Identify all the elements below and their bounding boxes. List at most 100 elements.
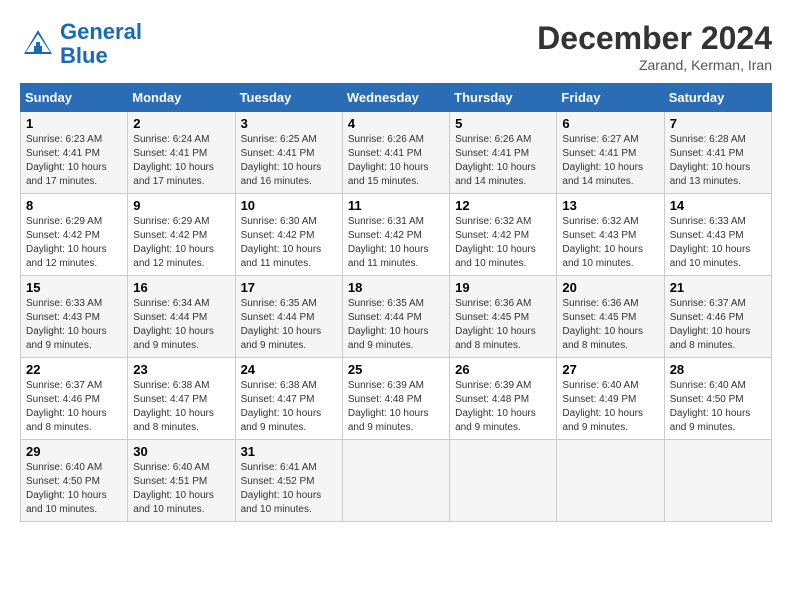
- day-info: Sunrise: 6:29 AM Sunset: 4:42 PM Dayligh…: [26, 215, 122, 271]
- day-number: 14: [670, 198, 766, 213]
- day-info: Sunrise: 6:31 AM Sunset: 4:42 PM Dayligh…: [348, 215, 444, 271]
- day-info: Sunrise: 6:36 AM Sunset: 4:45 PM Dayligh…: [455, 297, 551, 353]
- calendar-cell: 27 Sunrise: 6:40 AM Sunset: 4:49 PM Dayli…: [557, 358, 664, 440]
- day-info: Sunrise: 6:38 AM Sunset: 4:47 PM Dayligh…: [241, 379, 337, 435]
- weekday-header-sunday: Sunday: [21, 84, 128, 112]
- day-number: 29: [26, 444, 122, 459]
- day-number: 15: [26, 280, 122, 295]
- day-info: Sunrise: 6:41 AM Sunset: 4:52 PM Dayligh…: [241, 461, 337, 517]
- day-info: Sunrise: 6:38 AM Sunset: 4:47 PM Dayligh…: [133, 379, 229, 435]
- day-number: 21: [670, 280, 766, 295]
- calendar-cell: 23 Sunrise: 6:38 AM Sunset: 4:47 PM Dayli…: [128, 358, 235, 440]
- weekday-header-thursday: Thursday: [450, 84, 557, 112]
- calendar-cell: 30 Sunrise: 6:40 AM Sunset: 4:51 PM Dayli…: [128, 440, 235, 522]
- day-number: 9: [133, 198, 229, 213]
- day-number: 18: [348, 280, 444, 295]
- day-number: 5: [455, 116, 551, 131]
- day-number: 27: [562, 362, 658, 377]
- day-number: 16: [133, 280, 229, 295]
- logo-icon: [20, 26, 56, 62]
- day-number: 25: [348, 362, 444, 377]
- calendar-cell: 11Sunrise: 6:31 AM Sunset: 4:42 PM Dayli…: [342, 194, 449, 276]
- day-info: Sunrise: 6:39 AM Sunset: 4:48 PM Dayligh…: [455, 379, 551, 435]
- calendar-cell: [664, 440, 771, 522]
- day-info: Sunrise: 6:35 AM Sunset: 4:44 PM Dayligh…: [348, 297, 444, 353]
- day-info: Sunrise: 6:36 AM Sunset: 4:45 PM Dayligh…: [562, 297, 658, 353]
- calendar-week-row: 1 Sunrise: 6:23 AM Sunset: 4:41 PM Daylig…: [21, 112, 772, 194]
- day-number: 23: [133, 362, 229, 377]
- calendar-cell: 20 Sunrise: 6:36 AM Sunset: 4:45 PM Dayli…: [557, 276, 664, 358]
- calendar-cell: 22 Sunrise: 6:37 AM Sunset: 4:46 PM Dayli…: [21, 358, 128, 440]
- day-info: Sunrise: 6:37 AM Sunset: 4:46 PM Dayligh…: [670, 297, 766, 353]
- calendar-cell: 6 Sunrise: 6:27 AM Sunset: 4:41 PM Daylig…: [557, 112, 664, 194]
- day-number: 10: [241, 198, 337, 213]
- calendar-cell: 5 Sunrise: 6:26 AM Sunset: 4:41 PM Daylig…: [450, 112, 557, 194]
- calendar-cell: 13Sunrise: 6:32 AM Sunset: 4:43 PM Dayli…: [557, 194, 664, 276]
- calendar-cell: [342, 440, 449, 522]
- day-info: Sunrise: 6:27 AM Sunset: 4:41 PM Dayligh…: [562, 133, 658, 189]
- calendar-table: SundayMondayTuesdayWednesdayThursdayFrid…: [20, 83, 772, 522]
- day-number: 4: [348, 116, 444, 131]
- day-info: Sunrise: 6:23 AM Sunset: 4:41 PM Dayligh…: [26, 133, 122, 189]
- weekday-header-monday: Monday: [128, 84, 235, 112]
- day-info: Sunrise: 6:37 AM Sunset: 4:46 PM Dayligh…: [26, 379, 122, 435]
- weekday-header-wednesday: Wednesday: [342, 84, 449, 112]
- day-info: Sunrise: 6:39 AM Sunset: 4:48 PM Dayligh…: [348, 379, 444, 435]
- day-number: 28: [670, 362, 766, 377]
- day-info: Sunrise: 6:25 AM Sunset: 4:41 PM Dayligh…: [241, 133, 337, 189]
- calendar-cell: 19Sunrise: 6:36 AM Sunset: 4:45 PM Dayli…: [450, 276, 557, 358]
- calendar-cell: 25 Sunrise: 6:39 AM Sunset: 4:48 PM Dayli…: [342, 358, 449, 440]
- day-number: 1: [26, 116, 122, 131]
- day-info: Sunrise: 6:26 AM Sunset: 4:41 PM Dayligh…: [455, 133, 551, 189]
- day-number: 22: [26, 362, 122, 377]
- day-number: 30: [133, 444, 229, 459]
- day-info: Sunrise: 6:30 AM Sunset: 4:42 PM Dayligh…: [241, 215, 337, 271]
- calendar-cell: 24 Sunrise: 6:38 AM Sunset: 4:47 PM Dayli…: [235, 358, 342, 440]
- weekday-header-tuesday: Tuesday: [235, 84, 342, 112]
- day-number: 24: [241, 362, 337, 377]
- calendar-cell: 2Sunrise: 6:24 AM Sunset: 4:41 PM Daylig…: [128, 112, 235, 194]
- day-number: 8: [26, 198, 122, 213]
- calendar-cell: 14Sunrise: 6:33 AM Sunset: 4:43 PM Dayli…: [664, 194, 771, 276]
- day-info: Sunrise: 6:26 AM Sunset: 4:41 PM Dayligh…: [348, 133, 444, 189]
- calendar-cell: 12 Sunrise: 6:32 AM Sunset: 4:42 PM Dayli…: [450, 194, 557, 276]
- calendar-cell: [557, 440, 664, 522]
- day-number: 31: [241, 444, 337, 459]
- calendar-cell: 31 Sunrise: 6:41 AM Sunset: 4:52 PM Dayli…: [235, 440, 342, 522]
- day-info: Sunrise: 6:32 AM Sunset: 4:43 PM Dayligh…: [562, 215, 658, 271]
- weekday-header-saturday: Saturday: [664, 84, 771, 112]
- calendar-cell: 4 Sunrise: 6:26 AM Sunset: 4:41 PM Daylig…: [342, 112, 449, 194]
- title-area: December 2024 Zarand, Kerman, Iran: [537, 20, 772, 73]
- logo: General Blue: [20, 20, 142, 68]
- day-info: Sunrise: 6:32 AM Sunset: 4:42 PM Dayligh…: [455, 215, 551, 271]
- calendar-cell: 10 Sunrise: 6:30 AM Sunset: 4:42 PM Dayli…: [235, 194, 342, 276]
- calendar-cell: 15 Sunrise: 6:33 AM Sunset: 4:43 PM Dayli…: [21, 276, 128, 358]
- day-info: Sunrise: 6:35 AM Sunset: 4:44 PM Dayligh…: [241, 297, 337, 353]
- calendar-cell: 28Sunrise: 6:40 AM Sunset: 4:50 PM Dayli…: [664, 358, 771, 440]
- calendar-week-row: 22 Sunrise: 6:37 AM Sunset: 4:46 PM Dayli…: [21, 358, 772, 440]
- day-info: Sunrise: 6:28 AM Sunset: 4:41 PM Dayligh…: [670, 133, 766, 189]
- day-info: Sunrise: 6:40 AM Sunset: 4:49 PM Dayligh…: [562, 379, 658, 435]
- calendar-cell: 7 Sunrise: 6:28 AM Sunset: 4:41 PM Daylig…: [664, 112, 771, 194]
- calendar-cell: 17 Sunrise: 6:35 AM Sunset: 4:44 PM Dayli…: [235, 276, 342, 358]
- day-info: Sunrise: 6:40 AM Sunset: 4:51 PM Dayligh…: [133, 461, 229, 517]
- logo-text: General Blue: [60, 20, 142, 68]
- calendar-cell: 16 Sunrise: 6:34 AM Sunset: 4:44 PM Dayli…: [128, 276, 235, 358]
- calendar-cell: 8 Sunrise: 6:29 AM Sunset: 4:42 PM Daylig…: [21, 194, 128, 276]
- day-number: 26: [455, 362, 551, 377]
- day-info: Sunrise: 6:33 AM Sunset: 4:43 PM Dayligh…: [26, 297, 122, 353]
- day-number: 12: [455, 198, 551, 213]
- day-info: Sunrise: 6:34 AM Sunset: 4:44 PM Dayligh…: [133, 297, 229, 353]
- calendar-cell: 21 Sunrise: 6:37 AM Sunset: 4:46 PM Dayli…: [664, 276, 771, 358]
- day-number: 7: [670, 116, 766, 131]
- weekday-header-friday: Friday: [557, 84, 664, 112]
- month-title: December 2024: [537, 20, 772, 57]
- day-number: 20: [562, 280, 658, 295]
- day-info: Sunrise: 6:29 AM Sunset: 4:42 PM Dayligh…: [133, 215, 229, 271]
- day-number: 6: [562, 116, 658, 131]
- day-number: 17: [241, 280, 337, 295]
- calendar-cell: 29Sunrise: 6:40 AM Sunset: 4:50 PM Dayli…: [21, 440, 128, 522]
- location: Zarand, Kerman, Iran: [537, 57, 772, 73]
- calendar-cell: 26 Sunrise: 6:39 AM Sunset: 4:48 PM Dayli…: [450, 358, 557, 440]
- calendar-cell: 18 Sunrise: 6:35 AM Sunset: 4:44 PM Dayli…: [342, 276, 449, 358]
